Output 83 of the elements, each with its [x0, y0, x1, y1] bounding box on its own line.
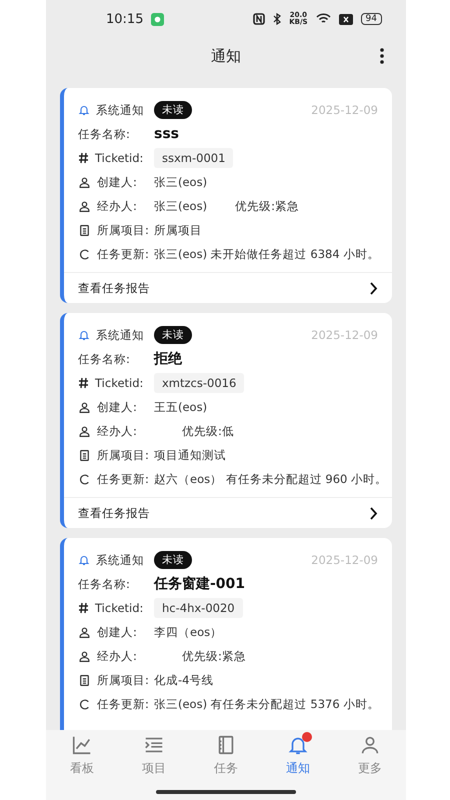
- priority-text: 优先级:紧急: [235, 198, 299, 214]
- refresh-icon: [78, 248, 91, 260]
- hash-icon: [78, 152, 89, 164]
- hash-icon: [78, 602, 89, 614]
- person-icon: [78, 200, 91, 212]
- field-label: 经办人:: [97, 198, 137, 214]
- update-text: 张三(eos) 有任务未分配超过 5376 小时。: [154, 696, 380, 712]
- creator-text: 王五(eos): [154, 400, 208, 414]
- field-label: 创建人:: [97, 400, 137, 414]
- date-text: 2025-12-09: [311, 553, 378, 567]
- creator-text: 张三(eos): [154, 174, 208, 190]
- status-time: 10:15: [106, 12, 144, 26]
- chart-icon: [71, 734, 93, 756]
- notification-card[interactable]: 系统通知 未读 2025-12-09 任务名称: sss Ticketid: ssxm-0001 创建人: 张三(eos) 经办人: 张三(eos) 优先级:紧急 所属项目: 所属项目 任务更新: 张三(eos) 未开始做任务超过 6384 小时。 查看任务报告: [60, 88, 392, 303]
- person-icon: [78, 400, 91, 414]
- unread-badge: 未读: [154, 551, 192, 569]
- field-label: 任务更新:: [97, 472, 149, 486]
- nfc-icon: [253, 13, 266, 25]
- field-label: 任务更新:: [97, 696, 149, 712]
- field-label: 所属项目:: [97, 222, 149, 238]
- creator-text: 李四（eos）: [154, 624, 222, 640]
- field-label: Ticketid:: [95, 151, 144, 165]
- field-label: 所属项目:: [97, 448, 149, 462]
- handler-text: 张三(eos): [154, 198, 208, 214]
- field-label: 任务名称:: [78, 576, 130, 592]
- notification-card[interactable]: 系统通知 未读 2025-12-09 任务名称: 拒绝 Ticketid: xmtzcs-0016 创建人: 王五(eos) 经办人: 优先级:低 所属项目: 项目通知测试 任务更新: 赵六（eos） 有任务未分配超过 960 小时。 查看任务报告: [60, 313, 392, 528]
- close-icon: [338, 14, 353, 24]
- chevron-icon: [370, 506, 378, 520]
- page-title: 通知: [211, 46, 241, 66]
- update-text: 张三(eos) 未开始做任务超过 6384 小时。: [154, 246, 380, 262]
- project-text: 项目通知测试: [154, 448, 226, 462]
- category-text: 系统通知: [96, 552, 144, 568]
- report-link[interactable]: 查看任务报告: [64, 497, 392, 528]
- unread-badge: 未读: [154, 101, 192, 119]
- task-name: 任务窗建-001: [154, 575, 246, 593]
- field-label: 任务更新:: [97, 246, 149, 262]
- bell-icon: [78, 104, 90, 116]
- person-icon: [78, 650, 91, 662]
- bluetooth-icon: [273, 13, 282, 25]
- field-label: 创建人:: [97, 624, 137, 640]
- hash-icon: [78, 377, 89, 389]
- person-icon: [78, 424, 91, 438]
- bell-icon: [78, 329, 90, 341]
- task-name: 拒绝: [154, 350, 182, 368]
- refresh-icon: [78, 472, 91, 486]
- field-label: 经办人:: [97, 648, 137, 664]
- more-icon[interactable]: [380, 48, 384, 64]
- clipboard-icon: [78, 448, 91, 462]
- category-text: 系统通知: [96, 102, 144, 118]
- update-text: 赵六（eos） 有任务未分配超过 960 小时。: [154, 472, 388, 486]
- report-link[interactable]: 查看任务报告: [64, 272, 392, 303]
- user-icon: [359, 734, 381, 756]
- clipboard-icon: [78, 224, 91, 236]
- person-icon: [78, 176, 91, 188]
- app-icon: [151, 12, 164, 26]
- ticket-id: ssxm-0001: [154, 148, 234, 168]
- field-label: 经办人:: [97, 424, 137, 438]
- ticket-id: xmtzcs-0016: [154, 373, 244, 393]
- field-label: Ticketid:: [95, 601, 144, 615]
- date-text: 2025-12-09: [311, 103, 378, 117]
- chevron-icon: [370, 282, 378, 294]
- field-label: 任务名称:: [78, 126, 130, 142]
- person-icon: [78, 626, 91, 638]
- refresh-icon: [78, 698, 91, 710]
- clipboard-icon: [78, 674, 91, 686]
- nav-tab[interactable]: 通知: [262, 734, 334, 800]
- bell-icon: [78, 554, 90, 566]
- field-label: Ticketid:: [95, 376, 144, 390]
- unread-badge: 未读: [154, 326, 192, 344]
- priority-text: 优先级:紧急: [182, 648, 246, 664]
- task-name: sss: [154, 126, 179, 142]
- field-label: 创建人:: [97, 174, 137, 190]
- date-text: 2025-12-09: [311, 328, 378, 342]
- category-text: 系统通知: [96, 328, 144, 342]
- priority-text: 优先级:低: [182, 424, 234, 438]
- battery-icon: 94: [360, 13, 382, 25]
- notification-card[interactable]: 系统通知 未读 2025-12-09 任务名称: 任务窗建-001 Ticketid: hc-4hx-0020 创建人: 李四（eos） 经办人: 优先级:紧急 所属项目: 化成-4号线 任务更新: 张三(eos) 有任务未分配超过 5376 小时。: [60, 538, 392, 732]
- wifi-icon: [316, 13, 331, 25]
- ticket-id: hc-4hx-0020: [154, 598, 243, 618]
- project-text: 化成-4号线: [154, 672, 214, 688]
- field-label: 任务名称:: [78, 352, 130, 366]
- project-text: 所属项目: [154, 222, 202, 238]
- field-label: 所属项目:: [97, 672, 149, 688]
